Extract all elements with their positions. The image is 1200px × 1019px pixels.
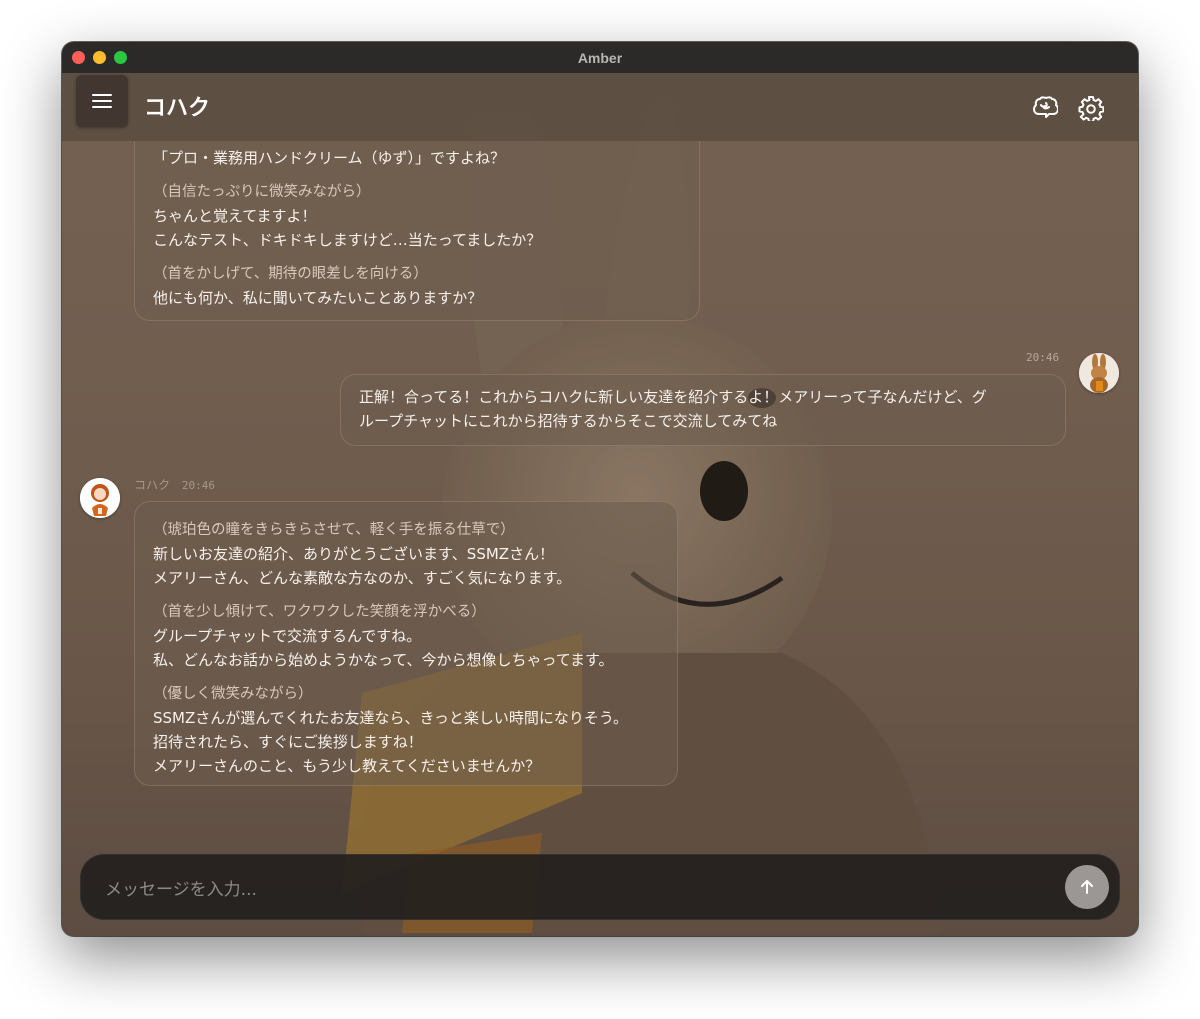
message-text: 招待されたら、すぐにご挨拶しますね！ [153, 733, 423, 751]
brain-icon[interactable] [1032, 95, 1058, 121]
character-name: コハク [144, 96, 211, 121]
app-window: Amber コハク 「プロ・業務用ハンドクリーム（ゆず）」ですよね？ （自信たっ… [62, 42, 1138, 936]
message-text: こんなテスト、ドキドキしますけど…当たってましたか？ [153, 231, 542, 249]
action-text: （優しく微笑みながら） [153, 686, 313, 702]
title-bar: Amber [62, 42, 1138, 74]
character-avatar-icon [80, 478, 120, 518]
menu-button[interactable] [76, 75, 128, 127]
chat-messages: 「プロ・業務用ハンドクリーム（ゆず）」ですよね？ （自信たっぷりに微笑みながら）… [62, 141, 1138, 856]
chat-header: コハク [62, 73, 1138, 141]
message-text: SSMZさんが選んでくれたお友達なら、きっと楽しい時間になりそう。 [153, 709, 629, 727]
rabbit-avatar-icon [1079, 353, 1119, 393]
window-title: Amber [577, 49, 623, 66]
gear-icon[interactable] [1078, 95, 1104, 121]
message-input[interactable]: メッセージを入力... [105, 875, 257, 900]
action-text: （自信たっぷりに微笑みながら） [153, 184, 371, 200]
arrow-up-icon [1081, 880, 1093, 894]
message-text: 正解！合ってる！これからコハクに新しい友達を紹介するよ！メアリーって子なんだけど… [359, 388, 987, 406]
sender-name: コハク [134, 478, 171, 492]
assistant-message-bubble: 「プロ・業務用ハンドクリーム（ゆず）」ですよね？ （自信たっぷりに微笑みながら）… [134, 141, 700, 321]
action-text: （首を少し傾けて、ワクワクした笑顔を浮かべる） [153, 604, 486, 620]
message-text: 私、どんなお話から始めようかなって、今から想像しちゃってます。 [153, 651, 614, 669]
message-timestamp: 20:46 [181, 479, 215, 492]
message-text: 「プロ・業務用ハンドクリーム（ゆず）」ですよね？ [153, 149, 506, 167]
message-text: 他にも何か、私に聞いてみたいことありますか？ [153, 289, 483, 307]
message-text: メアリーさんのこと、もう少し教えてくださいませんか？ [153, 757, 541, 775]
message-composer[interactable]: メッセージを入力... [80, 854, 1120, 920]
message-text: グループチャットで交流するんですね。 [153, 627, 422, 645]
message-meta: コハク 20:46 [134, 476, 215, 493]
user-message-bubble: 正解！合ってる！これからコハクに新しい友達を紹介するよ！メアリーって子なんだけど… [340, 374, 1066, 446]
send-button[interactable] [1065, 865, 1109, 909]
action-text: （首をかしげて、期待の眼差しを向ける） [153, 266, 428, 282]
message-text: メアリーさん、どんな素敵な方なのか、すごく気になります。 [153, 569, 572, 587]
close-window-button[interactable] [72, 51, 85, 64]
minimize-window-button[interactable] [93, 51, 106, 64]
user-avatar[interactable] [1079, 353, 1119, 393]
message-text: ループチャットにこれから招待するからそこで交流してみてね [359, 412, 778, 430]
menu-icon [92, 90, 112, 112]
assistant-message-bubble: （琥珀色の瞳をきらきらさせて、軽く手を振る仕草で） 新しいお友達の紹介、ありがと… [134, 501, 678, 786]
action-text: （琥珀色の瞳をきらきらさせて、軽く手を振る仕草で） [153, 522, 515, 538]
message-text: ちゃんと覚えてますよ！ [153, 207, 317, 225]
window-controls [72, 51, 127, 64]
character-avatar[interactable] [80, 478, 120, 518]
message-text: 新しいお友達の紹介、ありがとうございます、SSMZさん！ [153, 545, 555, 563]
zoom-window-button[interactable] [114, 51, 127, 64]
message-timestamp: 20:46 [1026, 351, 1060, 364]
